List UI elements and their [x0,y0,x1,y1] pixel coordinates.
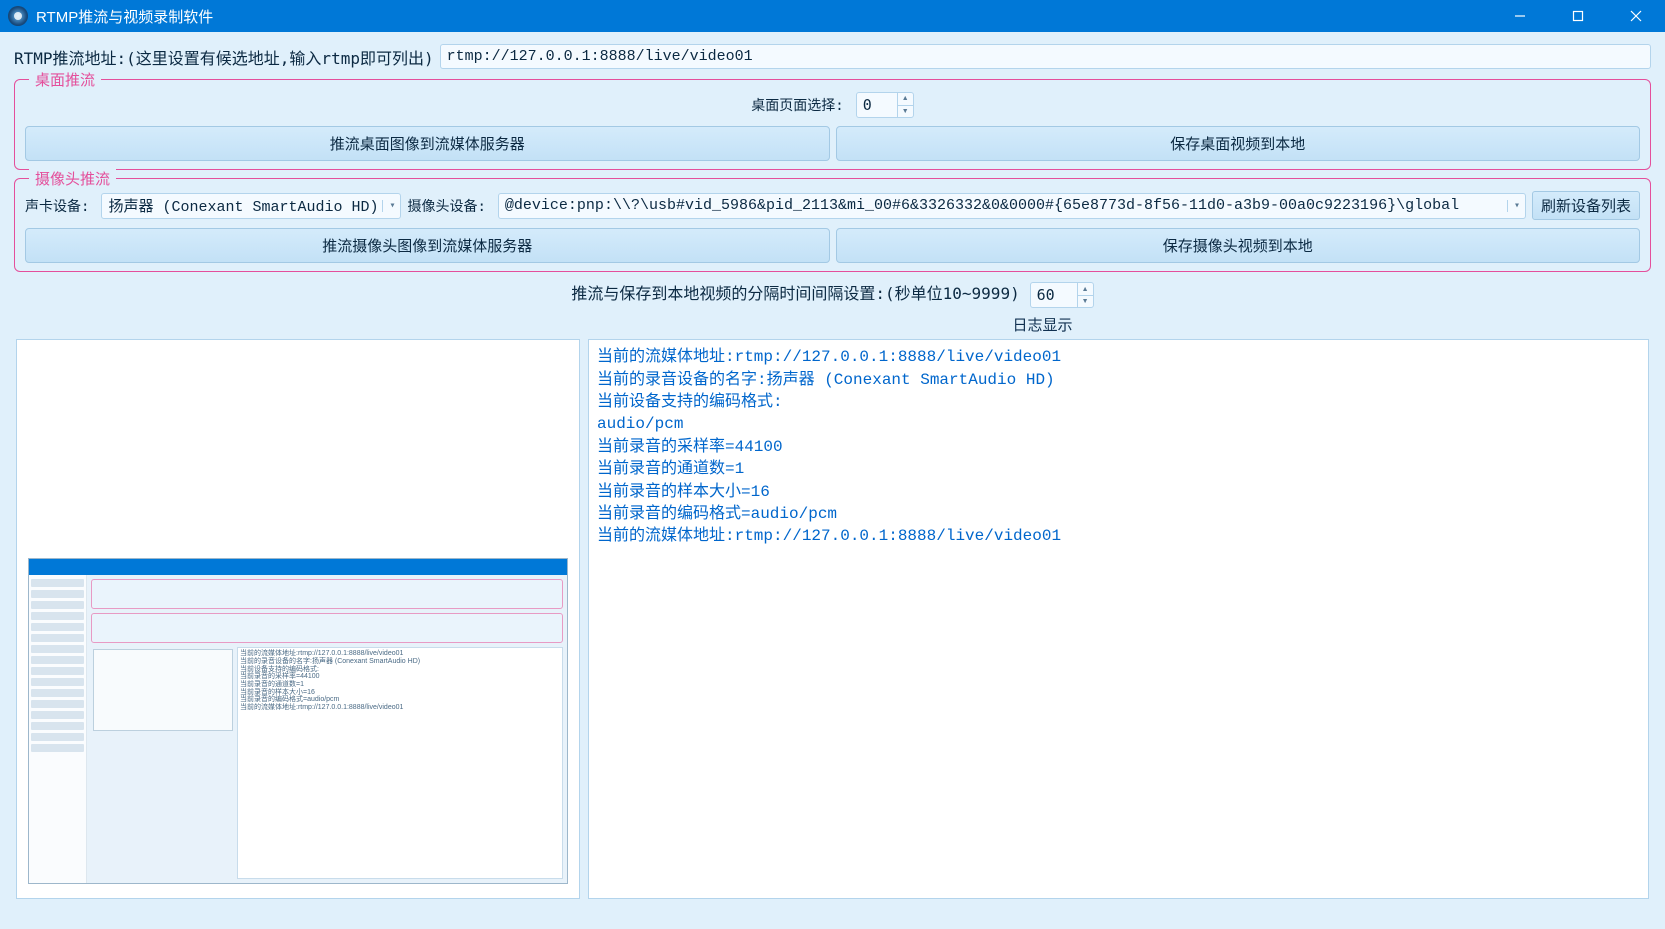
desktop-group-title: 桌面推流 [29,69,101,90]
log-line: 当前的录音设备的名字:扬声器 (Conexant SmartAudio HD) [597,369,1640,391]
minimize-button[interactable] [1491,0,1549,32]
audio-device-select[interactable]: 扬声器 (Conexant SmartAudio HD) ▾ [101,193,401,219]
refresh-devices-button[interactable]: 刷新设备列表 [1532,191,1640,220]
window-title: RTMP推流与视频录制软件 [36,6,213,27]
log-line: 当前录音的样本大小=16 [597,481,1640,503]
close-button[interactable] [1607,0,1665,32]
log-line: 当前的流媒体地址:rtmp://127.0.0.1:8888/live/vide… [597,525,1640,547]
spinner-down-icon[interactable]: ▼ [898,106,913,118]
audio-device-label: 声卡设备: [25,196,89,216]
spinner-up-icon[interactable]: ▲ [1078,283,1093,296]
desktop-stream-group: 桌面推流 桌面页面选择: ▲ ▼ 推流桌面图像到流媒体服务器 保存桌面视频到本地 [14,79,1651,170]
log-line: audio/pcm [597,413,1640,435]
camera-device-select[interactable]: @device:pnp:\\?\usb#vid_5986&pid_2113&mi… [498,193,1526,219]
video-preview-pane: 当前的流媒体地址:rtmp://127.0.0.1:8888/live/vide… [16,339,580,899]
desktop-page-spinner[interactable]: ▲ ▼ [856,92,914,118]
interval-spinner[interactable]: ▲ ▼ [1030,282,1094,308]
app-icon [8,6,28,26]
splitter-handle[interactable] [586,691,592,899]
interval-label: 推流与保存到本地视频的分隔时间间隔设置:(秒单位10~9999) [571,284,1019,303]
audio-device-value: 扬声器 (Conexant SmartAudio HD) [108,195,378,216]
maximize-button[interactable] [1549,0,1607,32]
interval-value[interactable] [1031,283,1077,307]
log-line: 当前的流媒体地址:rtmp://127.0.0.1:8888/live/vide… [597,346,1640,368]
window-titlebar: RTMP推流与视频录制软件 [0,0,1665,32]
chevron-down-icon: ▾ [382,200,398,212]
push-desktop-button[interactable]: 推流桌面图像到流媒体服务器 [25,126,830,161]
chevron-down-icon: ▾ [1507,200,1523,212]
camera-device-label: 摄像头设备: [407,196,485,216]
desktop-page-label: 桌面页面选择: [751,95,843,115]
rtmp-url-input[interactable] [440,44,1651,69]
camera-group-title: 摄像头推流 [29,168,116,189]
log-title: 日志显示 [434,314,1651,335]
log-line: 当前录音的通道数=1 [597,458,1640,480]
preview-thumbnail: 当前的流媒体地址:rtmp://127.0.0.1:8888/live/vide… [28,558,568,884]
log-line: 当前录音的编码格式=audio/pcm [597,503,1640,525]
camera-device-value: @device:pnp:\\?\usb#vid_5986&pid_2113&mi… [505,197,1503,214]
log-line: 当前录音的采样率=44100 [597,436,1640,458]
desktop-page-value[interactable] [857,93,897,117]
log-output[interactable]: 当前的流媒体地址:rtmp://127.0.0.1:8888/live/vide… [588,339,1649,899]
save-desktop-button[interactable]: 保存桌面视频到本地 [836,126,1641,161]
rtmp-url-label: RTMP推流地址:(这里设置有候选地址,输入rtmp即可列出) [14,45,434,69]
spinner-down-icon[interactable]: ▼ [1078,296,1093,308]
spinner-up-icon[interactable]: ▲ [898,93,913,106]
push-camera-button[interactable]: 推流摄像头图像到流媒体服务器 [25,228,830,263]
camera-stream-group: 摄像头推流 声卡设备: 扬声器 (Conexant SmartAudio HD)… [14,178,1651,272]
log-line: 当前设备支持的编码格式: [597,391,1640,413]
save-camera-button[interactable]: 保存摄像头视频到本地 [836,228,1641,263]
